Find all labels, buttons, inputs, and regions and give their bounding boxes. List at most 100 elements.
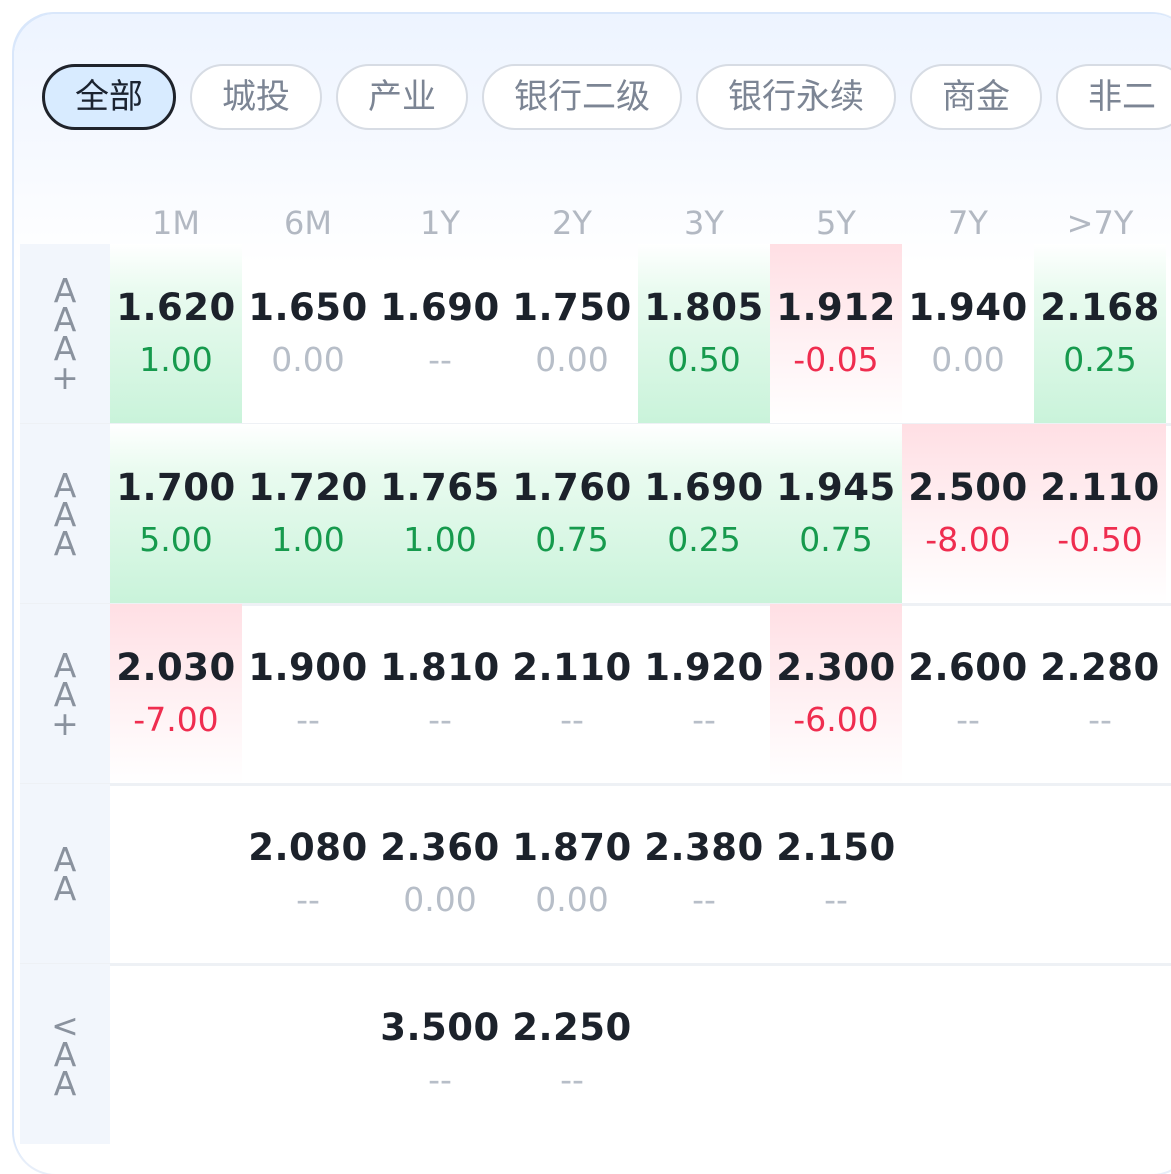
yield-rate: 1.805 [644, 286, 764, 329]
tab-4[interactable]: 银行永续 [696, 64, 896, 130]
yield-cell[interactable]: 2.280 -- [1034, 604, 1166, 784]
rating-label: AAA [20, 424, 110, 604]
yield-cell[interactable]: 1.690 0.25 [638, 424, 770, 604]
yield-change: 0.00 [931, 340, 1005, 379]
yield-change: -- [428, 700, 452, 739]
yield-change: 0.25 [1063, 340, 1137, 379]
yield-rate: 2.110 [512, 646, 632, 689]
yield-cell[interactable]: 1.940 0.00 [902, 244, 1034, 424]
yield-cell[interactable]: 3.500 -- [374, 964, 506, 1144]
yield-cell[interactable]: 1.945 0.75 [770, 424, 902, 604]
yield-change: -- [428, 1060, 452, 1099]
tab-1[interactable]: 城投 [190, 64, 322, 130]
yield-cell[interactable]: 1.650 0.00 [242, 244, 374, 424]
rating-label-char: A [53, 869, 77, 908]
yield-cell[interactable]: 2.250 -- [506, 964, 638, 1144]
yield-cell[interactable]: 1.690 -- [374, 244, 506, 424]
rating-label: A A + [20, 604, 110, 784]
yield-rate: 2.030 [116, 646, 236, 689]
yield-rate: 1.900 [248, 646, 368, 689]
yield-cell[interactable]: 2.500 -8.00 [902, 424, 1034, 604]
yield-change: 0.00 [535, 340, 609, 379]
yield-change: 0.00 [535, 880, 609, 919]
rating-label: < A A [20, 964, 110, 1144]
yield-rate: 3.500 [380, 1006, 500, 1049]
rating-label-char: A [53, 523, 77, 563]
yield-cell[interactable]: 1.912 -0.05 [770, 244, 902, 424]
yield-change: -- [824, 880, 848, 919]
yield-rate: 1.720 [248, 466, 368, 509]
yield-rate: 1.920 [644, 646, 764, 689]
yield-rate: 1.650 [248, 286, 368, 329]
tab-3[interactable]: 银行二级 [482, 64, 682, 130]
yield-change: 0.00 [271, 340, 345, 379]
yield-rate: 2.280 [1040, 646, 1160, 689]
yield-change: 0.25 [667, 520, 741, 559]
tab-2[interactable]: 产业 [336, 64, 468, 130]
rating-label-char: A [53, 1063, 77, 1103]
tab-0[interactable]: 全部 [42, 64, 176, 130]
yield-rate: 1.620 [116, 286, 236, 329]
yield-rate: 1.940 [908, 286, 1028, 329]
yield-rate: 1.750 [512, 286, 632, 329]
yield-cell[interactable]: 1.900 -- [242, 604, 374, 784]
yield-rate: 2.168 [1040, 286, 1160, 329]
yield-cell[interactable]: 2.110 -0.50 [1034, 424, 1166, 604]
yield-change: 0.00 [403, 880, 477, 919]
yield-cell[interactable]: 2.110 -- [506, 604, 638, 784]
yield-rate: 1.690 [644, 466, 764, 509]
yield-cell[interactable]: 1.720 1.00 [242, 424, 374, 604]
tab-6[interactable]: 非二 [1056, 64, 1171, 130]
yield-cell[interactable]: 1.870 0.00 [506, 784, 638, 964]
yield-rate: 1.945 [776, 466, 896, 509]
yield-cell[interactable]: 2.380 -- [638, 784, 770, 964]
yield-matrix-card: 全部 城投 产业 银行二级 银行永续 商金 非二 1M 6M 1Y 2Y 3Y 5Y 7Y >7Y A A A +… [14, 14, 1171, 1174]
yield-change: -- [692, 700, 716, 739]
yield-rate: 2.500 [908, 466, 1028, 509]
yield-change: -6.00 [793, 700, 879, 739]
yield-rate: 2.110 [1040, 466, 1160, 509]
yield-cell[interactable]: 1.620 1.00 [110, 244, 242, 424]
yield-rate: 1.765 [380, 466, 500, 509]
yield-change: -0.05 [793, 340, 879, 379]
yield-rate: 2.380 [644, 826, 764, 869]
yield-change: -- [956, 700, 980, 739]
yield-cell[interactable]: 1.765 1.00 [374, 424, 506, 604]
yield-cell[interactable]: 1.920 -- [638, 604, 770, 784]
yield-change: -0.50 [1057, 520, 1143, 559]
rating-label: AA [20, 784, 110, 964]
yield-cell[interactable]: 2.150 -- [770, 784, 902, 964]
yield-rate: 2.150 [776, 826, 896, 869]
yield-change: -- [428, 340, 452, 379]
yield-change: -- [296, 700, 320, 739]
yield-rate: 2.360 [380, 826, 500, 869]
yield-cell[interactable]: 1.810 -- [374, 604, 506, 784]
yield-change: -- [560, 700, 584, 739]
rating-label-char: + [51, 358, 79, 397]
rating-label: A A A + [20, 244, 110, 424]
yield-cell[interactable]: 2.030 -7.00 [110, 604, 242, 784]
yield-cell[interactable]: 2.600 -- [902, 604, 1034, 784]
yield-change: -- [296, 880, 320, 919]
yield-cell[interactable]: 2.360 0.00 [374, 784, 506, 964]
yield-rate: 1.690 [380, 286, 500, 329]
tab-5[interactable]: 商金 [910, 64, 1042, 130]
yield-cell[interactable]: 1.760 0.75 [506, 424, 638, 604]
yield-rate: 1.700 [116, 466, 236, 509]
yield-cell[interactable]: 2.080 -- [242, 784, 374, 964]
yield-change: 1.00 [403, 520, 477, 559]
yield-cell[interactable]: 1.805 0.50 [638, 244, 770, 424]
yield-rate: 2.300 [776, 646, 896, 689]
yield-change: -8.00 [925, 520, 1011, 559]
yield-change: 0.75 [535, 520, 609, 559]
yield-change: 0.50 [667, 340, 741, 379]
rating-label-char: + [51, 703, 79, 743]
yield-cell[interactable]: 1.700 5.00 [110, 424, 242, 604]
yield-cell[interactable]: 1.750 0.00 [506, 244, 638, 424]
yield-cell[interactable]: 2.300 -6.00 [770, 604, 902, 784]
yield-cell[interactable]: 2.168 0.25 [1034, 244, 1166, 424]
yield-change: 0.75 [799, 520, 873, 559]
yield-rate: 2.250 [512, 1006, 632, 1049]
yield-change: 1.00 [139, 340, 213, 379]
yield-rate: 2.600 [908, 646, 1028, 689]
